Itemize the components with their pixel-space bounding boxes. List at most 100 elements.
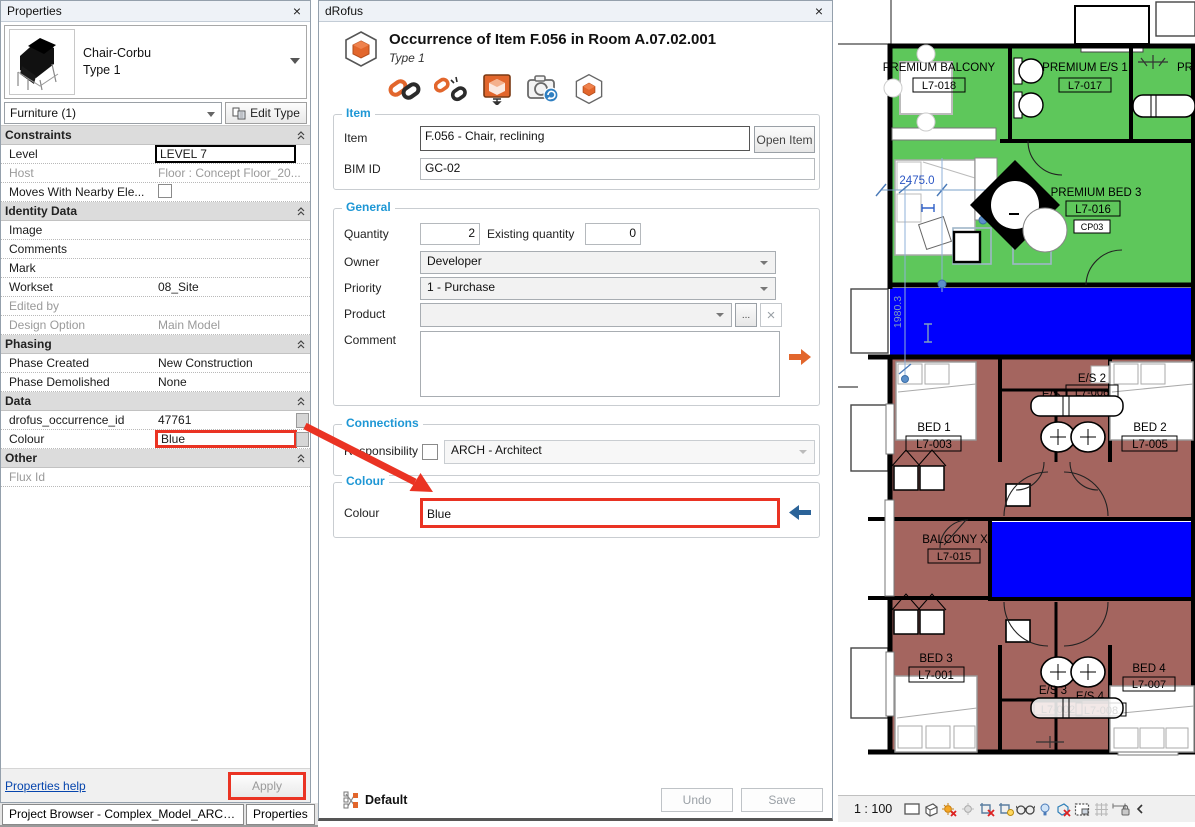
reveal-hidden-elements-icon[interactable] [1035,800,1054,818]
svg-text:BED 3: BED 3 [919,653,952,665]
svg-text:E/S 3: E/S 3 [1039,685,1067,697]
unlink-icon[interactable] [433,72,469,106]
product-clear-button[interactable]: × [760,303,782,327]
tab-properties[interactable]: Properties [246,804,315,825]
crop-view-icon[interactable] [978,800,997,818]
analytical-model-icon[interactable] [1092,800,1111,818]
level-value[interactable]: LEVEL 7 [155,145,296,163]
comments-value[interactable] [155,241,310,257]
svg-text:E/S 2: E/S 2 [1078,373,1106,385]
row-more-button[interactable] [296,413,309,428]
section-header-data[interactable]: Data [1,392,310,411]
type-thumbnail [9,29,75,95]
colour-field-highlighted[interactable]: Blue [420,498,780,528]
visual-style-icon[interactable] [921,800,940,818]
locked-3d-view-icon[interactable] [1054,800,1073,818]
properties-footer: Properties help Apply [1,768,310,802]
link-icon[interactable] [387,72,423,106]
close-icon[interactable]: × [290,4,304,18]
collapse-chevron-icon[interactable] [296,206,306,216]
view-scale[interactable]: 1 : 100 [854,802,892,816]
properties-titlebar[interactable]: Properties × [1,1,310,22]
drofus-panel: dRofus × Occurrence of Item F.056 in Roo… [318,0,833,821]
item-field[interactable]: F.056 - Chair, reclining [420,126,750,151]
type-preview[interactable]: Chair-Corbu Type 1 [4,25,307,99]
drofus-occurrence-id-value[interactable]: 47761 [155,412,310,428]
connections-group-legend: Connections [342,416,423,430]
properties-help-link[interactable]: Properties help [5,779,86,793]
edit-type-label: Edit Type [250,106,300,120]
image-value[interactable] [155,222,310,238]
svg-text:BED 2: BED 2 [1133,422,1166,434]
show-in-model-icon[interactable] [479,72,515,106]
mark-value[interactable] [155,260,310,276]
section-header-constraints[interactable]: Constraints [1,126,310,145]
priority-dropdown[interactable]: 1 - Purchase [420,277,776,300]
svg-text:BALCONY X: BALCONY X [922,534,988,546]
collapse-chevron-icon[interactable] [296,130,306,140]
responsibility-checkbox[interactable] [422,444,438,460]
responsibility-dropdown: ARCH - Architect [444,440,815,464]
product-dropdown[interactable] [420,303,732,327]
section-header-other[interactable]: Other [1,449,310,468]
undo-button[interactable]: Undo [661,788,733,812]
property-grid: Constraints Level LEVEL 7 Host Floor : C… [1,125,310,487]
component-tag: CP03 [1081,222,1104,232]
application-window: Properties × Chair-Corbu Type 1 F [0,0,1195,827]
apply-button[interactable]: Apply [228,772,306,800]
pull-from-revit-arrow-icon[interactable] [789,505,811,520]
type-preview-text: Chair-Corbu Type 1 [83,45,151,79]
type-selector-caret-icon[interactable] [290,58,300,64]
section-header-phasing[interactable]: Phasing [1,335,310,354]
svg-text:L7-001: L7-001 [918,670,954,682]
temporary-view-properties-icon[interactable] [1073,800,1092,818]
owner-dropdown[interactable]: Developer [420,251,776,274]
property-row: Moves With Nearby Ele... [1,183,310,202]
drofus-titlebar[interactable]: dRofus × [319,1,832,22]
sun-path-icon[interactable] [940,800,959,818]
detail-level-icon[interactable] [902,800,921,818]
general-group: General Quantity 2 Existing quantity 0 O… [333,208,820,406]
row-more-button[interactable] [296,432,309,447]
colour-value-highlighted[interactable]: Blue [155,430,297,448]
svg-text:L7-005: L7-005 [1132,439,1168,451]
category-filter-combobox[interactable]: Furniture (1) [4,102,222,124]
floor-plan-view[interactable]: 2475.0 1980.3 PREMIUM BALCONY L7-018 PRE… [838,0,1195,827]
type-name: Type 1 [83,62,151,79]
push-to-revit-arrow-icon[interactable] [789,349,811,365]
comment-textarea[interactable] [420,331,780,397]
svg-text:L7-007: L7-007 [1132,679,1166,691]
flux-id-value[interactable] [155,469,310,485]
sync-image-icon[interactable] [525,72,561,106]
svg-text:PREMIUM E/S 1: PREMIUM E/S 1 [1042,62,1128,74]
temporary-hide-isolate-icon[interactable] [1016,800,1035,818]
item-package-icon[interactable] [571,72,607,106]
close-icon[interactable]: × [812,4,826,18]
section-header-identity-data[interactable]: Identity Data [1,202,310,221]
host-value: Floor : Concept Floor_20... [155,165,310,181]
edit-type-icon [232,107,246,120]
collapse-chevron-icon[interactable] [296,453,306,463]
collapse-chevron-icon[interactable] [296,396,306,406]
item-group-legend: Item [342,106,375,120]
phase-demolished-value[interactable]: None [155,374,310,390]
drofus-footer: Default Undo Save [319,782,832,818]
save-button[interactable]: Save [741,788,823,812]
workset-value[interactable]: 08_Site [155,279,310,295]
quantity-field[interactable]: 2 [420,223,480,245]
collapse-bar-icon[interactable] [1130,800,1149,818]
open-item-button[interactable]: Open Item [754,126,815,153]
category-filter-value: Furniture (1) [10,106,76,120]
configuration-selector[interactable]: Default [343,791,407,809]
shadows-icon[interactable] [959,800,978,818]
chair-corbu-image [10,30,72,92]
tab-project-browser[interactable]: Project Browser - Complex_Model_ARCH_Wi.… [2,804,244,825]
moves-with-nearby-checkbox[interactable] [158,184,172,198]
floor-plan-canvas[interactable]: 2475.0 1980.3 PREMIUM BALCONY L7-018 PRE… [838,0,1195,795]
collapse-chevron-icon[interactable] [296,339,306,349]
phase-created-value[interactable]: New Construction [155,355,310,371]
edit-type-button[interactable]: Edit Type [225,102,307,124]
reveal-constraints-icon[interactable] [1111,800,1130,818]
show-crop-region-icon[interactable] [997,800,1016,818]
product-browse-button[interactable]: ... [735,303,757,327]
